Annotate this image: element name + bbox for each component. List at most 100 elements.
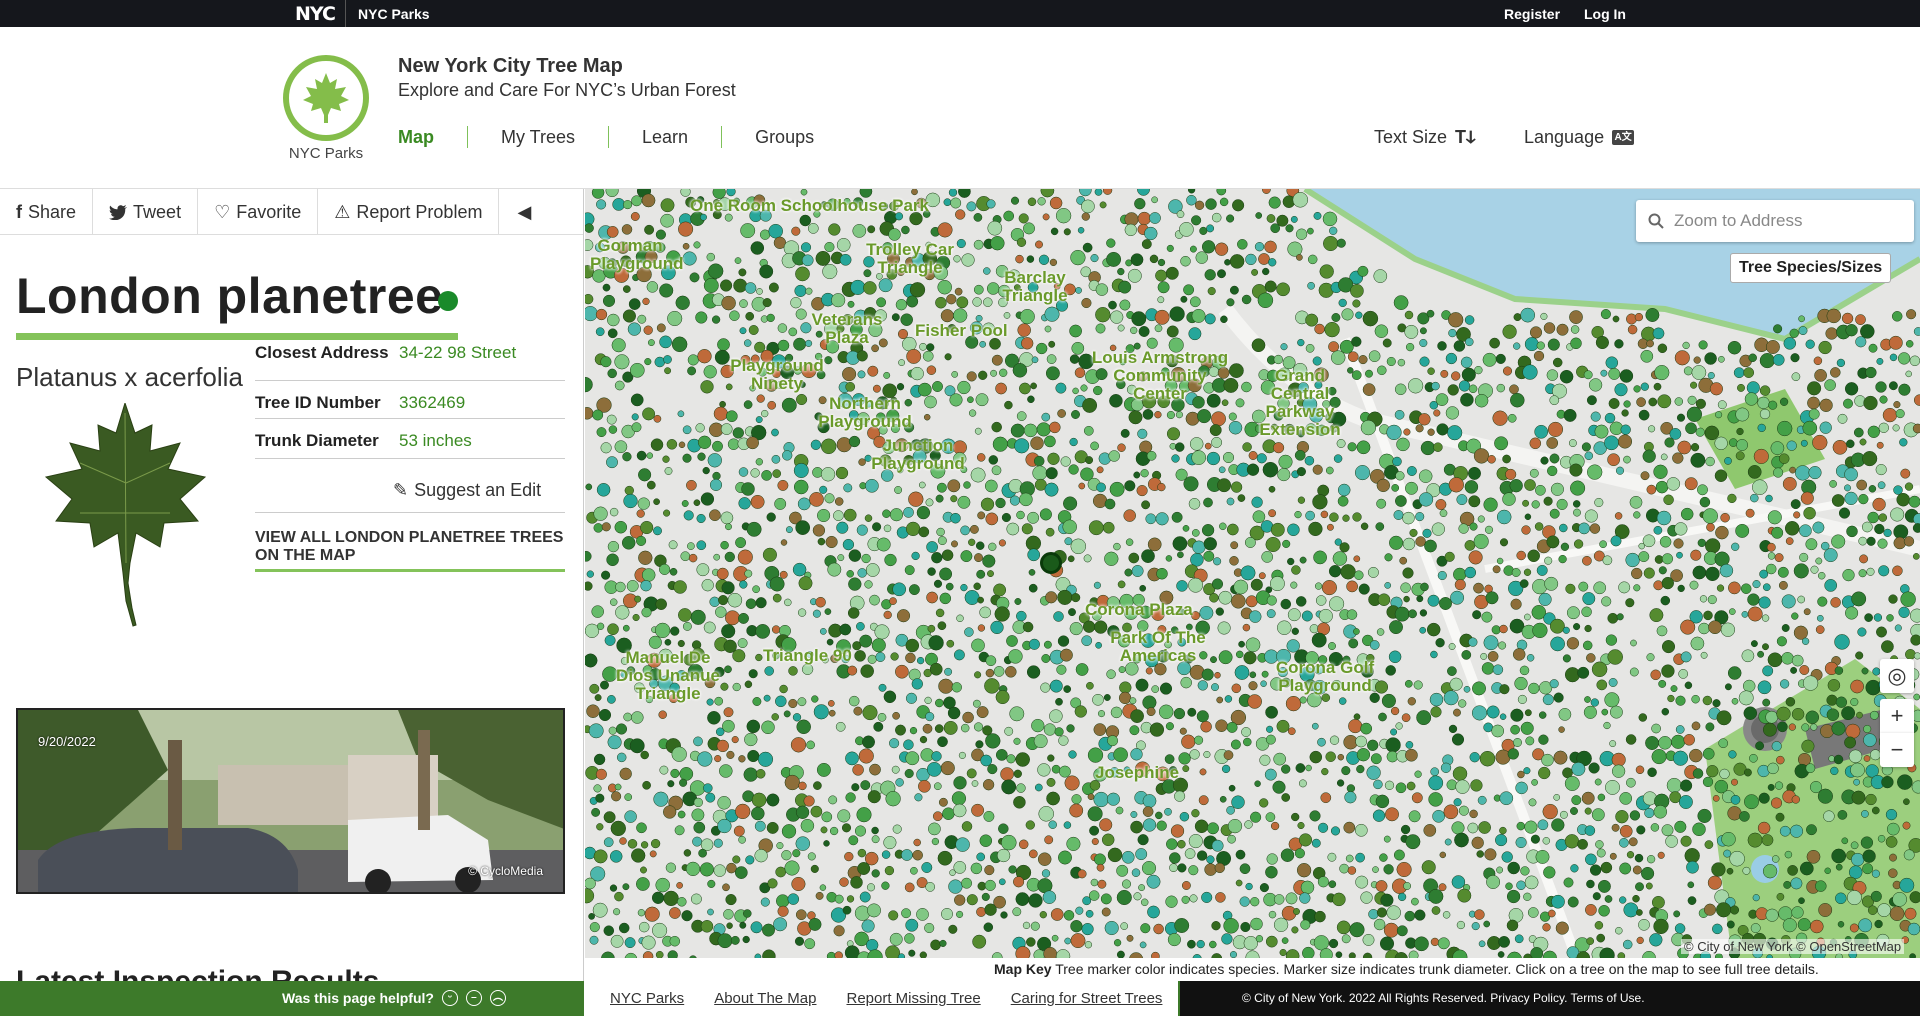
- tree-marker[interactable]: [1037, 197, 1046, 206]
- tree-marker[interactable]: [1203, 750, 1211, 759]
- tree-marker[interactable]: [1664, 437, 1675, 448]
- tree-marker[interactable]: [636, 509, 645, 518]
- tree-marker[interactable]: [636, 450, 647, 461]
- tree-marker[interactable]: [750, 494, 765, 509]
- tree-marker[interactable]: [1805, 710, 1820, 725]
- tree-marker[interactable]: [1201, 668, 1214, 681]
- tree-marker[interactable]: [1872, 497, 1886, 512]
- tree-marker[interactable]: [1226, 497, 1235, 506]
- tree-marker[interactable]: [1733, 367, 1745, 379]
- tree-marker[interactable]: [1333, 454, 1343, 463]
- tree-marker[interactable]: [1853, 778, 1860, 786]
- map-attribution[interactable]: © City of New York © OpenStreetMap: [1681, 939, 1905, 954]
- tree-marker[interactable]: [1514, 676, 1528, 691]
- tree-marker[interactable]: [1046, 791, 1060, 806]
- tree-marker[interactable]: [843, 483, 853, 493]
- tree-marker[interactable]: [1348, 719, 1363, 734]
- tree-marker[interactable]: [689, 272, 700, 283]
- tree-marker[interactable]: [1750, 640, 1758, 648]
- tree-marker[interactable]: [777, 479, 789, 491]
- tree-marker[interactable]: [1813, 356, 1823, 366]
- tree-marker[interactable]: [1430, 767, 1440, 777]
- tree-marker[interactable]: [1063, 685, 1072, 693]
- tree-marker[interactable]: [1250, 578, 1263, 591]
- tree-marker[interactable]: [1104, 498, 1116, 510]
- tree-marker[interactable]: [882, 509, 891, 518]
- tree-marker[interactable]: [1067, 555, 1075, 563]
- tree-marker[interactable]: [1383, 922, 1399, 938]
- tree-marker[interactable]: [1469, 752, 1480, 763]
- tree-marker[interactable]: [1858, 536, 1868, 546]
- tree-marker[interactable]: [1477, 515, 1485, 523]
- tree-marker[interactable]: [1335, 951, 1343, 959]
- tree-marker[interactable]: [1690, 452, 1706, 468]
- tree-marker[interactable]: [676, 882, 683, 889]
- tree-marker[interactable]: [653, 414, 662, 423]
- tree-marker[interactable]: [1767, 652, 1783, 668]
- tree-marker[interactable]: [1044, 482, 1059, 497]
- tree-marker[interactable]: [1270, 522, 1285, 537]
- tree-marker[interactable]: [607, 540, 620, 553]
- tree-marker[interactable]: [1669, 428, 1682, 440]
- tree-marker[interactable]: [1592, 892, 1601, 901]
- tree-marker[interactable]: [1454, 832, 1469, 848]
- tree-marker[interactable]: [629, 362, 645, 378]
- tree-marker[interactable]: [1203, 550, 1215, 562]
- tree-marker[interactable]: [1486, 705, 1500, 719]
- tree-marker[interactable]: [813, 704, 829, 720]
- tree-marker[interactable]: [640, 750, 649, 760]
- tree-marker[interactable]: [766, 821, 779, 834]
- tree-marker[interactable]: [835, 721, 846, 732]
- tree-marker[interactable]: [1264, 240, 1277, 254]
- tree-marker[interactable]: [935, 698, 944, 708]
- tree-marker[interactable]: [738, 755, 746, 763]
- tree-marker[interactable]: [1858, 493, 1869, 505]
- tree-marker[interactable]: [1140, 923, 1151, 934]
- tree-marker[interactable]: [1759, 385, 1771, 396]
- tree-marker[interactable]: [1378, 712, 1387, 722]
- tree-marker[interactable]: [791, 876, 806, 892]
- tree-marker[interactable]: [1095, 283, 1109, 296]
- tree-marker[interactable]: [630, 212, 640, 221]
- tree-marker[interactable]: [1400, 824, 1411, 835]
- tree-marker[interactable]: [988, 455, 999, 465]
- tree-marker[interactable]: [637, 314, 647, 324]
- tree-marker[interactable]: [1464, 480, 1479, 494]
- tree-marker[interactable]: [1365, 369, 1373, 378]
- tree-marker[interactable]: [703, 365, 717, 379]
- tree-marker[interactable]: [927, 567, 936, 576]
- tree-marker[interactable]: [1171, 511, 1183, 523]
- tree-marker[interactable]: [797, 608, 807, 617]
- tree-marker[interactable]: [975, 393, 989, 407]
- tree-marker[interactable]: [852, 764, 864, 776]
- tree-marker[interactable]: [1697, 808, 1712, 823]
- tree-marker[interactable]: [615, 581, 626, 593]
- tree-marker[interactable]: [1372, 866, 1379, 873]
- tree-marker[interactable]: [1646, 339, 1654, 348]
- tree-marker[interactable]: [1325, 751, 1336, 762]
- tree-marker[interactable]: [1268, 485, 1276, 493]
- tree-marker[interactable]: [842, 367, 857, 382]
- tree-marker[interactable]: [623, 200, 633, 210]
- tree-marker[interactable]: [795, 805, 810, 819]
- tree-marker[interactable]: [1009, 706, 1025, 722]
- tree-marker[interactable]: [1837, 810, 1848, 820]
- tree-marker[interactable]: [644, 906, 660, 922]
- tree-marker[interactable]: [1655, 480, 1669, 494]
- tree-marker[interactable]: [1894, 624, 1902, 632]
- tree-marker[interactable]: [1709, 382, 1723, 396]
- tree-marker[interactable]: [969, 524, 979, 534]
- tree-marker[interactable]: [1871, 806, 1880, 815]
- tree-marker[interactable]: [1389, 535, 1404, 550]
- tree-marker[interactable]: [682, 425, 692, 435]
- tree-marker[interactable]: [1329, 226, 1338, 235]
- tree-marker[interactable]: [1703, 610, 1713, 621]
- tree-marker[interactable]: [1411, 897, 1419, 906]
- tree-marker[interactable]: [911, 189, 918, 196]
- tree-marker[interactable]: [1155, 811, 1163, 820]
- tree-marker[interactable]: [1033, 734, 1048, 749]
- tree-marker[interactable]: [1900, 468, 1911, 479]
- tree-marker[interactable]: [1844, 736, 1857, 749]
- tree-marker[interactable]: [1251, 496, 1263, 508]
- tree-marker[interactable]: [1468, 384, 1478, 394]
